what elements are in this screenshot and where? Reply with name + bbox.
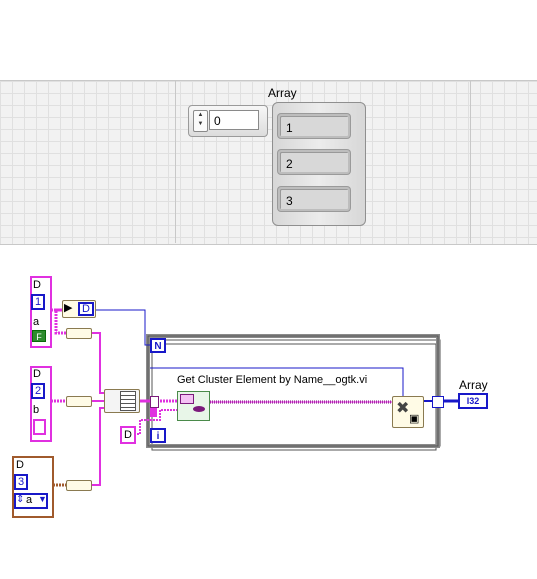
to-variant-node[interactable] <box>66 480 92 491</box>
auto-index-tunnel[interactable] <box>150 396 159 408</box>
numeric-constant[interactable]: 1 <box>31 294 45 310</box>
numeric-constant[interactable]: 2 <box>31 383 45 399</box>
output-array-indicator[interactable]: I32 <box>458 393 488 409</box>
input-tunnel[interactable] <box>150 408 157 417</box>
indicator-type: I32 <box>466 396 480 406</box>
string-constant[interactable] <box>33 419 46 435</box>
to-variant-node[interactable] <box>66 328 92 339</box>
unbundle-output: D <box>78 302 94 316</box>
cluster-name-label: D <box>16 459 24 471</box>
cluster-name-label: D <box>33 368 41 380</box>
boolean-constant[interactable]: F <box>32 330 46 342</box>
string-constant[interactable]: D <box>120 426 136 444</box>
cluster-icon <box>180 394 194 404</box>
loop-iteration-terminal[interactable]: i <box>150 428 166 443</box>
enum-value: a <box>26 494 33 506</box>
output-array-label: Array <box>459 378 488 392</box>
variant-convert-icon: ✖ <box>396 400 410 417</box>
block-diagram-wires <box>48 308 458 487</box>
subvi-label: Get Cluster Element by Name__ogtk.vi <box>177 374 368 386</box>
dropdown-arrow-icon: ▼ <box>38 494 47 504</box>
enum-arrows-icon: ⇕ <box>16 494 25 505</box>
array-grid-icon <box>120 391 136 411</box>
variant-icon <box>193 406 205 412</box>
arrow-icon: ▶ <box>64 302 73 314</box>
loop-count-terminal[interactable]: N <box>150 338 166 353</box>
element-label: b <box>33 404 40 416</box>
cluster-name-label: D <box>33 279 41 291</box>
lock-icon: ▣ <box>409 413 420 425</box>
numeric-constant[interactable]: 3 <box>14 474 28 490</box>
element-label: a <box>33 316 40 328</box>
to-variant-node[interactable] <box>66 396 92 407</box>
output-tunnel[interactable] <box>432 396 444 408</box>
